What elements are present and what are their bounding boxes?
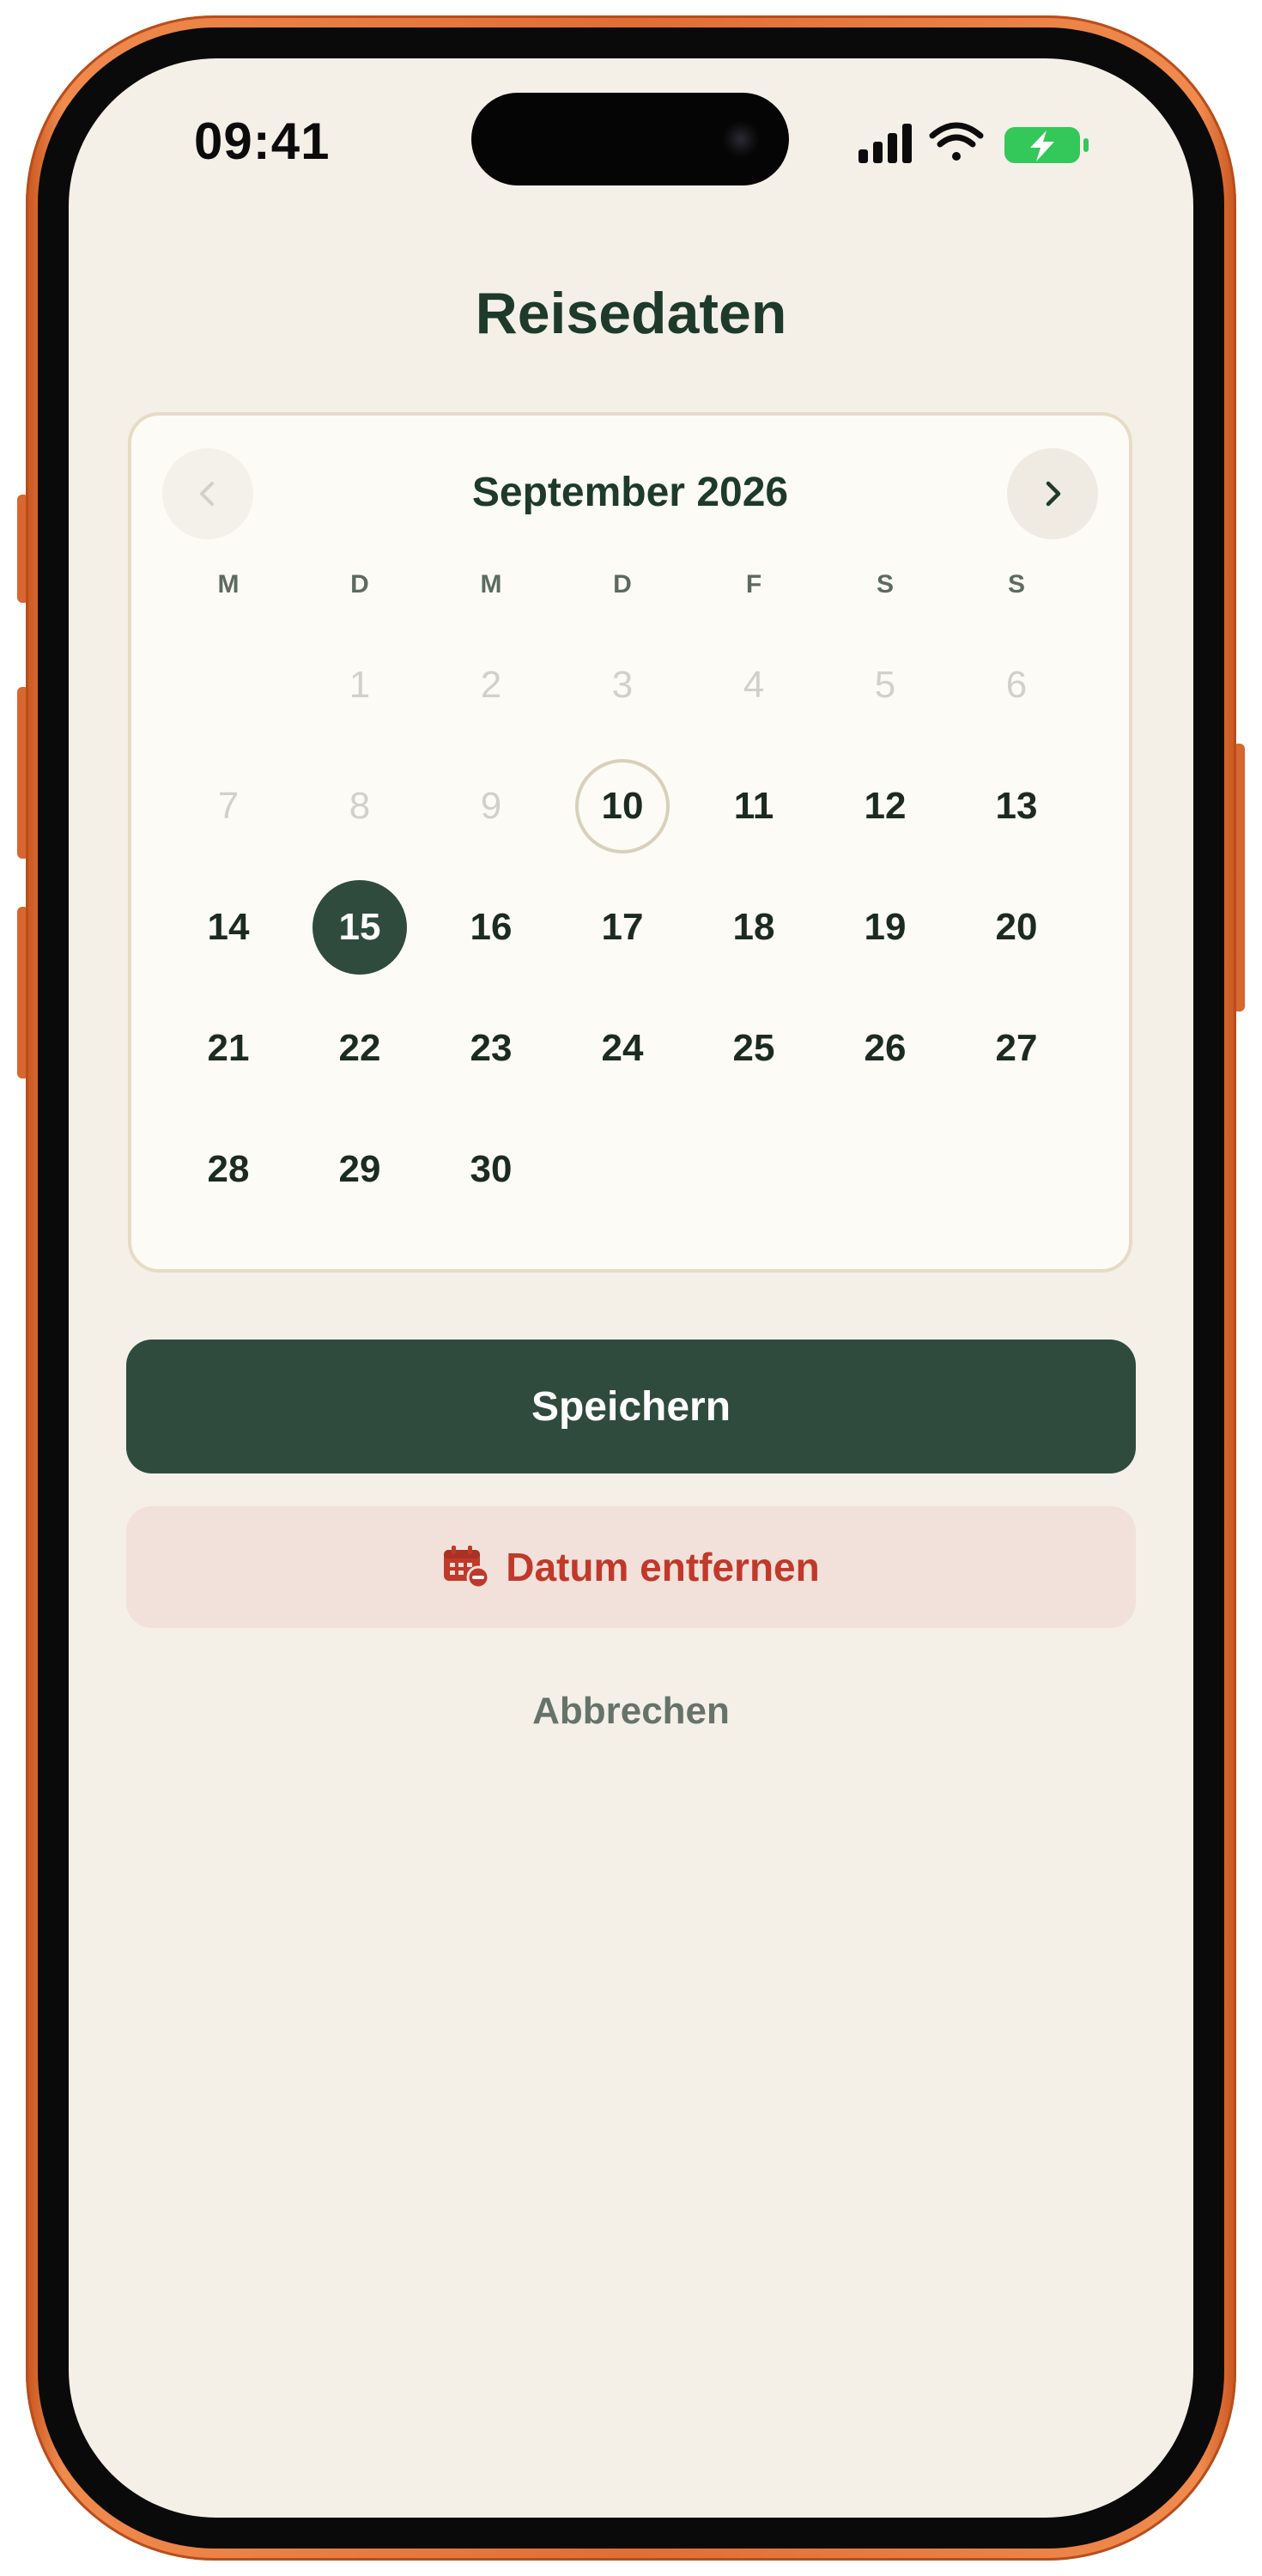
weekday-label: S bbox=[876, 570, 894, 598]
calendar-card: September 2026 MDMDFSS 1 2 3 4 5 6 7 8 9 10 11 12 13… bbox=[128, 412, 1132, 1273]
weekday-label: D bbox=[350, 570, 369, 598]
wifi-icon bbox=[929, 122, 984, 161]
cellular-signal-icon bbox=[859, 124, 912, 163]
day-cell[interactable]: 23 bbox=[444, 1001, 538, 1096]
day-cell[interactable]: 21 bbox=[181, 1001, 276, 1096]
remove-date-button[interactable]: Datum entfernen bbox=[126, 1506, 1136, 1628]
day-cell-selected[interactable]: 15 bbox=[312, 880, 407, 975]
save-button[interactable]: Speichern bbox=[126, 1340, 1136, 1473]
remove-date-label: Datum entfernen bbox=[506, 1545, 820, 1589]
weekday-label: F bbox=[745, 570, 762, 598]
day-cell[interactable]: 28 bbox=[181, 1122, 276, 1217]
day-cell: 5 bbox=[874, 664, 896, 706]
cancel-button[interactable]: Abbrechen bbox=[69, 1690, 1193, 1733]
day-cell[interactable]: 11 bbox=[707, 759, 801, 854]
day-cell: 6 bbox=[1005, 664, 1028, 706]
day-cell[interactable]: 14 bbox=[181, 880, 276, 975]
day-cell: 9 bbox=[480, 785, 502, 827]
day-cell: 8 bbox=[349, 785, 371, 827]
day-cell[interactable]: 30 bbox=[444, 1122, 538, 1217]
weekday-header: MDMDFSS bbox=[131, 570, 1129, 605]
calendar-remove-icon bbox=[444, 1546, 490, 1589]
day-cell[interactable]: 20 bbox=[969, 880, 1064, 975]
dynamic-island bbox=[471, 93, 789, 185]
camera-icon bbox=[722, 120, 760, 158]
day-cell[interactable]: 29 bbox=[312, 1122, 407, 1217]
weekday-label: D bbox=[613, 570, 632, 598]
screen: 09:41 Reisedaten September 2026 M D M D … bbox=[69, 58, 1193, 2518]
day-cell[interactable]: 22 bbox=[312, 1001, 407, 1096]
day-cell[interactable]: 16 bbox=[444, 880, 538, 975]
day-cell[interactable]: 24 bbox=[575, 1001, 670, 1096]
weekday-label: S bbox=[1007, 570, 1025, 598]
day-cell: 3 bbox=[611, 664, 634, 706]
day-cell: 1 bbox=[349, 664, 371, 706]
month-label: September 2026 bbox=[471, 470, 789, 515]
day-cell[interactable]: 27 bbox=[969, 1001, 1064, 1096]
day-cell: 7 bbox=[217, 785, 240, 827]
day-cell: 2 bbox=[480, 664, 502, 706]
status-time: 09:41 bbox=[194, 112, 331, 170]
day-cell[interactable]: 13 bbox=[969, 759, 1064, 854]
day-cell-today[interactable]: 10 bbox=[575, 759, 670, 854]
phone-frame: 09:41 Reisedaten September 2026 M D M D … bbox=[26, 15, 1236, 2561]
day-cell[interactable]: 19 bbox=[838, 880, 932, 975]
phone-bezel: 09:41 Reisedaten September 2026 M D M D … bbox=[38, 27, 1224, 2549]
weekday-label: M bbox=[480, 570, 502, 598]
day-cell[interactable]: 17 bbox=[575, 880, 670, 975]
day-cell[interactable]: 12 bbox=[838, 759, 932, 854]
day-cell[interactable]: 26 bbox=[838, 1001, 932, 1096]
page-title: Reisedaten bbox=[475, 281, 787, 346]
status-icons bbox=[859, 122, 1089, 163]
day-cell: 4 bbox=[743, 664, 765, 706]
battery-charging-icon bbox=[1004, 127, 1089, 163]
next-month-button[interactable] bbox=[1007, 448, 1098, 539]
chevron-right-icon bbox=[1046, 481, 1061, 507]
weekday-label: M bbox=[217, 570, 240, 598]
day-cell[interactable]: 18 bbox=[707, 880, 801, 975]
day-cell[interactable]: 25 bbox=[707, 1001, 801, 1096]
